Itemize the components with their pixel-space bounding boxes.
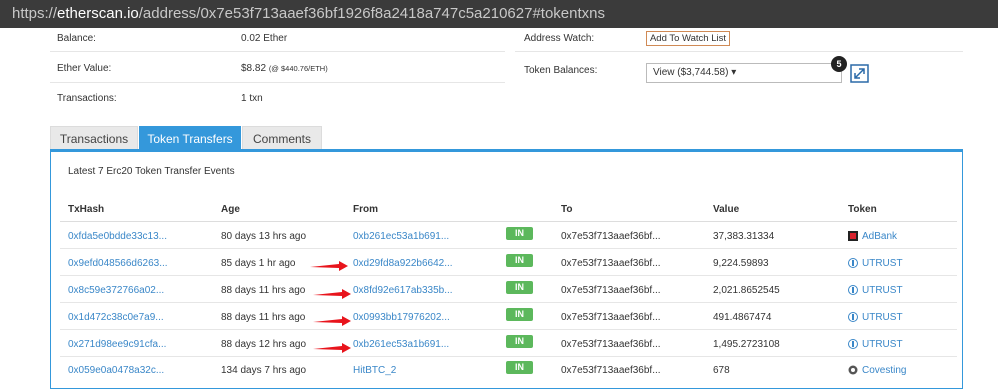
token-balances-dropdown[interactable]: View ($3,744.58) ▾ [646, 63, 842, 83]
add-to-watch-list-button[interactable]: Add To Watch List [646, 31, 730, 46]
url-path: /address/0x7e53f713aaef36bf1926f8a2418a7… [138, 5, 605, 22]
from-link[interactable]: 0xd29fd8a922b6642... [353, 258, 453, 269]
from-link[interactable]: HitBTC_2 [353, 365, 396, 376]
red-arrow-annotation [310, 261, 348, 271]
value-cell: 491.4867474 [713, 312, 772, 323]
token-link[interactable]: UTRUST [862, 285, 903, 296]
column-header-txhash: TxHash [68, 204, 105, 215]
txhash-link[interactable]: 0x1d472c38c0e7a9... [68, 312, 164, 323]
divider [515, 51, 963, 52]
column-header-age: Age [221, 204, 240, 215]
ether-value-amount: $8.82 [241, 63, 267, 74]
column-header-value: Value [713, 204, 740, 215]
from-link[interactable]: 0x0993bb17976202... [353, 312, 450, 323]
to-cell: 0x7e53f713aaef36bf... [561, 231, 661, 242]
covesting-icon [848, 365, 858, 375]
to-cell: 0x7e53f713aaef36bf... [561, 285, 661, 296]
to-cell: 0x7e53f713aaef36bf... [561, 365, 661, 376]
adbank-icon [848, 231, 858, 241]
age-cell: 88 days 11 hrs ago [221, 285, 306, 296]
in-badge: IN [506, 227, 533, 240]
value-cell: 9,224.59893 [713, 258, 769, 269]
age-cell: 85 days 1 hr ago [221, 258, 296, 269]
url-scheme: https:// [12, 5, 58, 22]
age-cell: 134 days 7 hrs ago [221, 365, 307, 376]
tab-transactions[interactable]: Transactions [50, 126, 138, 150]
in-badge: IN [506, 335, 533, 348]
token-link[interactable]: UTRUST [862, 312, 903, 323]
value-cell: 37,383.31334 [713, 231, 775, 242]
utrust-icon [848, 339, 858, 349]
to-cell: 0x7e53f713aaef36bf... [561, 339, 661, 350]
row-divider [60, 329, 957, 330]
from-link[interactable]: 0xb261ec53a1b691... [353, 339, 449, 350]
in-badge: IN [506, 254, 533, 267]
row-divider [60, 248, 957, 249]
red-arrow-annotation [313, 316, 351, 326]
url-host: etherscan.io [57, 5, 139, 22]
age-cell: 80 days 13 hrs ago [221, 231, 307, 242]
from-link[interactable]: 0x8fd92e617ab335b... [353, 285, 453, 296]
column-header-to: To [561, 204, 573, 215]
ether-value-label: Ether Value: [57, 63, 112, 74]
row-divider [60, 302, 957, 303]
from-link[interactable]: 0xb261ec53a1b691... [353, 231, 449, 242]
ether-value: $8.82 (@ $440.76/ETH) [241, 63, 328, 74]
table-header-divider [60, 221, 957, 222]
column-header-token: Token [848, 204, 877, 215]
expand-icon[interactable] [850, 64, 869, 83]
txhash-link[interactable]: 0x8c59e372766a02... [68, 285, 164, 296]
utrust-icon [848, 258, 858, 268]
column-header-from: From [353, 204, 378, 215]
txhash-link[interactable]: 0x271d98ee9c91cfa... [68, 339, 166, 350]
in-badge: IN [506, 308, 533, 321]
token-link[interactable]: Covesting [862, 365, 906, 376]
utrust-icon [848, 312, 858, 322]
token-transfers-panel [50, 149, 963, 389]
balance-value: 0.02 Ether [241, 33, 288, 44]
txhash-link[interactable]: 0x059e0a0478a32c... [68, 365, 164, 376]
divider [50, 51, 505, 52]
token-count-badge: 5 [831, 56, 847, 72]
red-arrow-annotation [313, 343, 351, 353]
token-link[interactable]: AdBank [862, 231, 897, 242]
txhash-link[interactable]: 0xfda5e0bdde33c13... [68, 231, 167, 242]
value-cell: 2,021.8652545 [713, 285, 780, 296]
transactions-label: Transactions: [57, 93, 117, 104]
tab-comments[interactable]: Comments [242, 126, 322, 150]
token-link[interactable]: UTRUST [862, 339, 903, 350]
balance-label: Balance: [57, 33, 96, 44]
utrust-icon [848, 285, 858, 295]
in-badge: IN [506, 361, 533, 374]
row-divider [60, 356, 957, 357]
value-cell: 678 [713, 365, 730, 376]
token-balances-label: Token Balances: [524, 65, 598, 76]
to-cell: 0x7e53f713aaef36bf... [561, 312, 661, 323]
value-cell: 1,495.2723108 [713, 339, 780, 350]
address-bar[interactable]: https://etherscan.io/address/0x7e53f713a… [0, 0, 998, 28]
divider [50, 82, 505, 83]
address-watch-label: Address Watch: [524, 33, 595, 44]
token-link[interactable]: UTRUST [862, 258, 903, 269]
transfer-summary: Latest 7 Erc20 Token Transfer Events [68, 166, 235, 177]
in-badge: IN [506, 281, 533, 294]
to-cell: 0x7e53f713aaef36bf... [561, 258, 661, 269]
age-cell: 88 days 11 hrs ago [221, 312, 306, 323]
red-arrow-annotation [313, 289, 351, 299]
row-divider [60, 275, 957, 276]
tab-token-transfers[interactable]: Token Transfers [139, 126, 241, 150]
transactions-value: 1 txn [241, 93, 263, 104]
ether-rate: (@ $440.76/ETH) [268, 64, 328, 73]
age-cell: 88 days 12 hrs ago [221, 339, 307, 350]
txhash-link[interactable]: 0x9efd048566d6263... [68, 258, 168, 269]
